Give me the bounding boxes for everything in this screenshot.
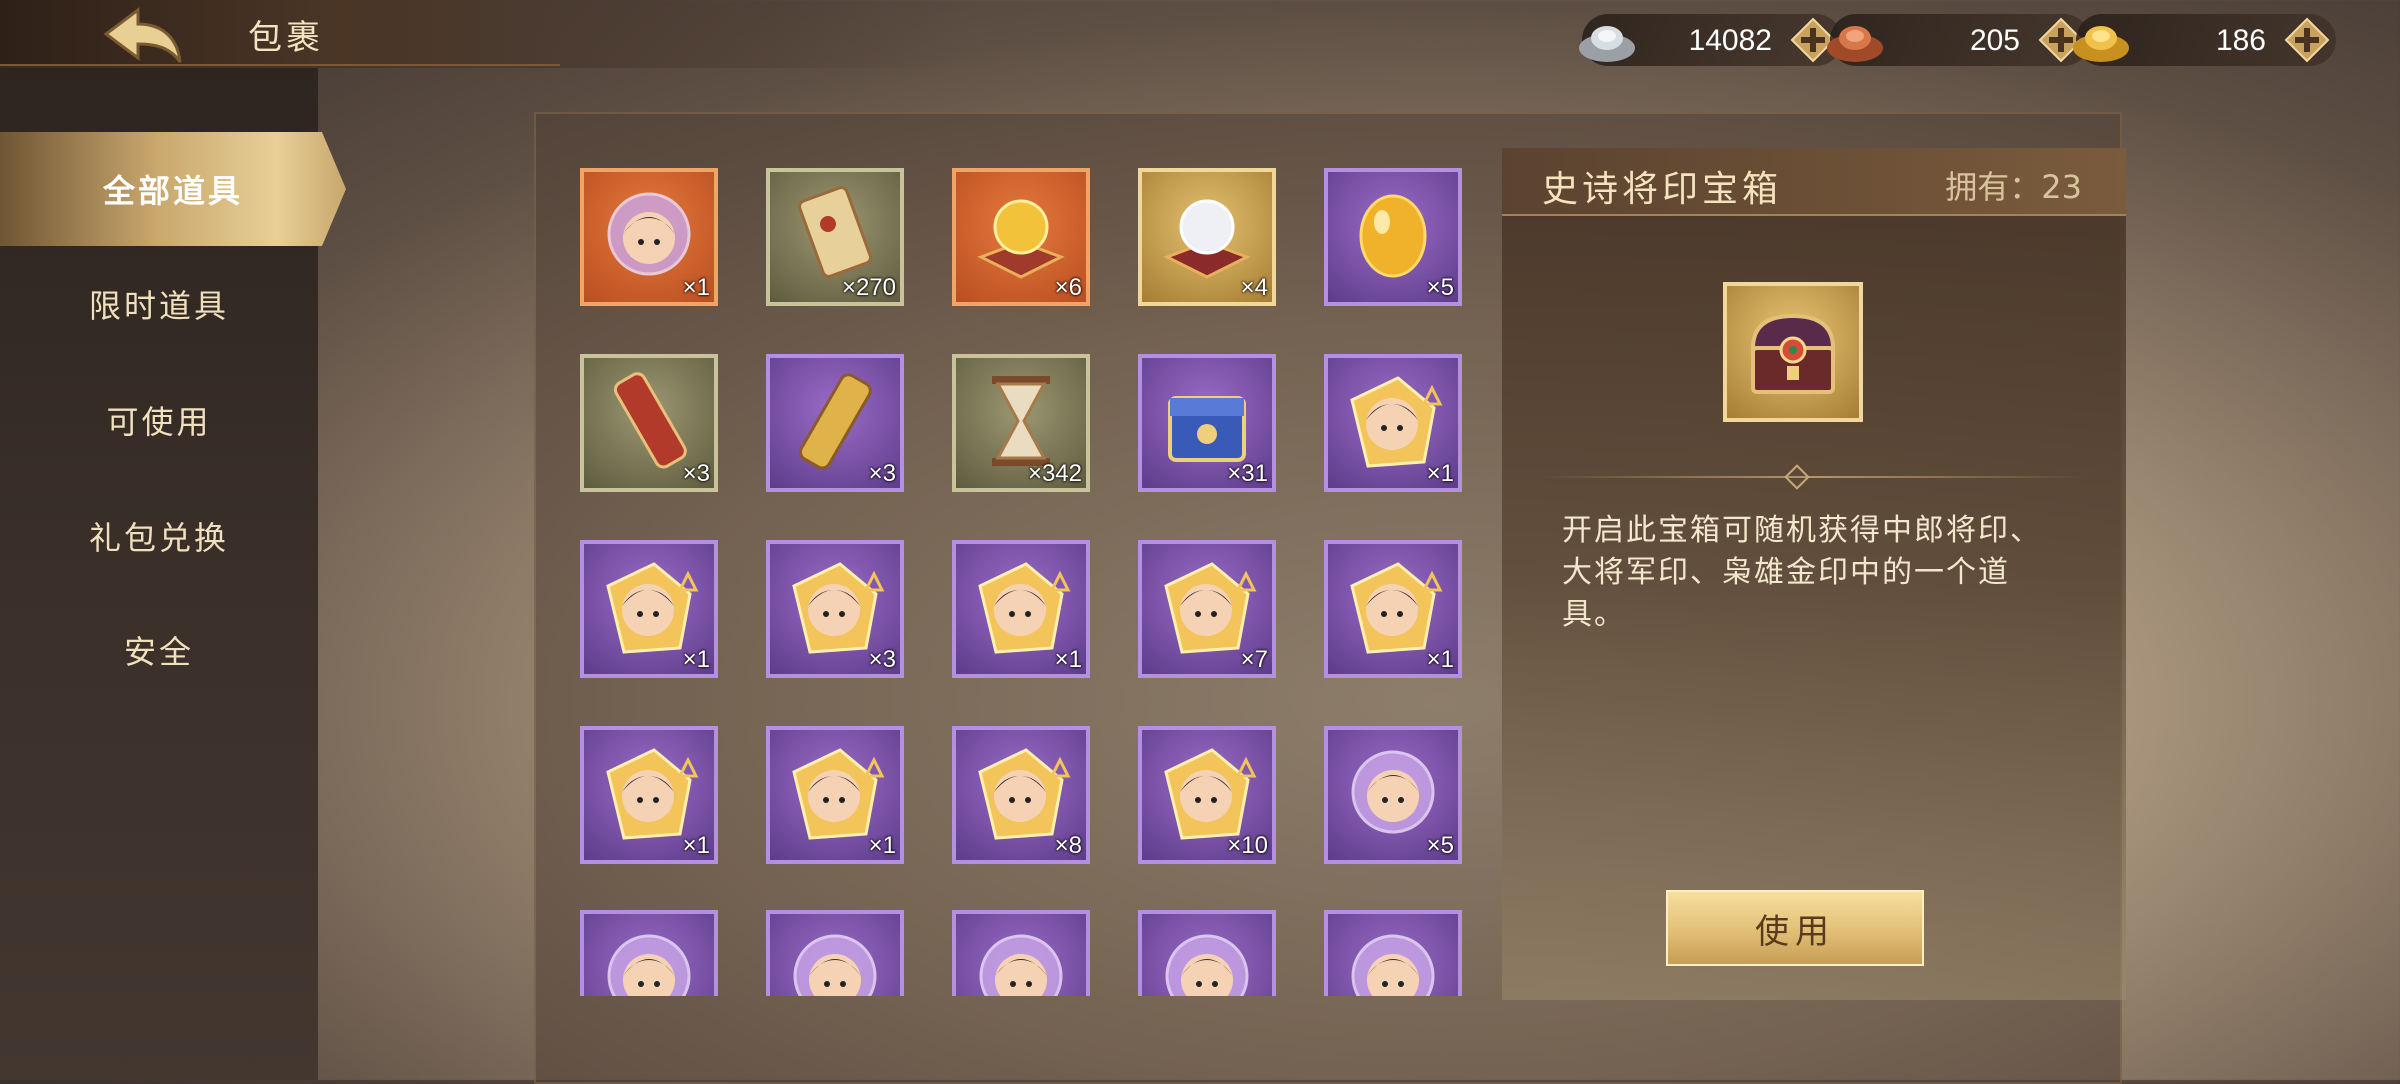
- item-quantity: ×5: [1426, 274, 1454, 301]
- inventory-slot[interactable]: ×1: [580, 540, 718, 678]
- inventory-slot[interactable]: ×4: [1138, 168, 1276, 306]
- item-owned-count: 拥有：23: [1945, 168, 2082, 206]
- item-quantity: ×1: [868, 832, 896, 859]
- currency-copper: 205: [1827, 14, 2090, 66]
- inventory-slot[interactable]: [766, 910, 904, 996]
- inventory-slot[interactable]: ×3: [580, 354, 718, 492]
- hero-portrait-crystal-icon: [607, 934, 691, 996]
- item-description: 开启此宝箱可随机获得中郎将印、大将军印、枭雄金印中的一个道具。: [1562, 513, 2042, 632]
- copper-ingot-icon: [1827, 26, 1883, 62]
- back-button[interactable]: [98, 4, 190, 64]
- sidebar-item-security[interactable]: 安全: [0, 608, 318, 692]
- treasure-chest-icon: [1750, 313, 1836, 394]
- item-quantity: ×31: [1227, 460, 1268, 487]
- hero-portrait-crystal-icon: [1351, 934, 1435, 996]
- item-quantity: ×6: [1054, 274, 1082, 301]
- item-quantity: ×4: [1240, 274, 1268, 301]
- currency-silver-value: 14082: [1688, 24, 1772, 57]
- inventory-slot[interactable]: ×1: [580, 726, 718, 864]
- item-preview: [1723, 282, 1863, 422]
- inventory-slot[interactable]: ×3: [766, 540, 904, 678]
- sidebar-item-all[interactable]: 全部道具: [0, 132, 346, 246]
- inventory-slot[interactable]: ×1: [1324, 540, 1462, 678]
- detail-divider: [1542, 476, 2086, 478]
- item-detail-panel: 史诗将印宝箱 拥有：23 开启此宝箱可随机获得中郎将印、大将军印、枭雄金印中的一…: [1502, 148, 2126, 1000]
- add-gold-button[interactable]: [2284, 17, 2330, 63]
- item-quantity: ×3: [868, 646, 896, 673]
- item-name: 史诗将印宝箱: [1542, 169, 1783, 210]
- inventory-slot[interactable]: ×5: [1324, 726, 1462, 864]
- inventory-slot[interactable]: [1324, 910, 1462, 996]
- inventory-slot[interactable]: ×3: [766, 354, 904, 492]
- item-quantity: ×5: [1426, 832, 1454, 859]
- inventory-slot[interactable]: ×31: [1138, 354, 1276, 492]
- sidebar-item-gift-exchange[interactable]: 礼包兑换: [0, 494, 318, 578]
- item-quantity: ×1: [682, 646, 710, 673]
- detail-header: 史诗将印宝箱 拥有：23: [1502, 148, 2126, 216]
- inventory-slot[interactable]: ×6: [952, 168, 1090, 306]
- page-title: 包裹: [248, 18, 324, 58]
- item-quantity: ×10: [1227, 832, 1268, 859]
- inventory-slot[interactable]: ×270: [766, 168, 904, 306]
- item-quantity: ×3: [868, 460, 896, 487]
- sidebar-item-usable[interactable]: 可使用: [0, 378, 318, 462]
- sidebar-item-limited[interactable]: 限时道具: [0, 262, 318, 346]
- inventory-slot[interactable]: ×1: [580, 168, 718, 306]
- hero-portrait-crystal-icon: [979, 934, 1063, 996]
- inventory-slot[interactable]: [580, 910, 718, 996]
- inventory-slot[interactable]: ×5: [1324, 168, 1462, 306]
- hero-portrait-crystal-icon: [793, 934, 877, 996]
- item-quantity: ×1: [1426, 460, 1454, 487]
- currency-silver: 14082: [1579, 14, 1842, 66]
- inventory-slot[interactable]: ×10: [1138, 726, 1276, 864]
- divider-ornament: [1784, 464, 1810, 490]
- currency-copper-value: 205: [1969, 24, 2020, 57]
- item-quantity: ×1: [1054, 646, 1082, 673]
- item-quantity: ×7: [1240, 646, 1268, 673]
- inventory-slot[interactable]: ×7: [1138, 540, 1276, 678]
- inventory-slot[interactable]: [952, 910, 1090, 996]
- inventory-slot[interactable]: ×1: [1324, 354, 1462, 492]
- use-button[interactable]: 使用: [1666, 890, 1924, 966]
- inventory-slot[interactable]: ×8: [952, 726, 1090, 864]
- inventory-slot[interactable]: ×342: [952, 354, 1090, 492]
- item-quantity: ×3: [682, 460, 710, 487]
- gold-ingot-icon: [2073, 26, 2129, 62]
- inventory-slot[interactable]: ×1: [766, 726, 904, 864]
- hero-portrait-crystal-icon: [1165, 934, 1249, 996]
- item-quantity: ×1: [682, 274, 710, 301]
- inventory-grid: ×1 ×270 ×6 ×4 ×5 ×3 ×3 ×342 ×31 ×1 ×1 ×3 ×1 ×7 ×1 ×1 ×1 ×…: [556, 140, 1496, 996]
- item-quantity: ×1: [1426, 646, 1454, 673]
- item-quantity: ×1: [682, 832, 710, 859]
- currency-gold: 186: [2073, 14, 2336, 66]
- currency-gold-value: 186: [2215, 24, 2266, 57]
- item-quantity: ×8: [1054, 832, 1082, 859]
- item-quantity: ×270: [841, 274, 896, 301]
- inventory-slot[interactable]: [1138, 910, 1276, 996]
- item-quantity: ×342: [1027, 460, 1082, 487]
- back-arrow-icon: [103, 7, 182, 63]
- inventory-slot[interactable]: ×1: [952, 540, 1090, 678]
- silver-ingot-icon: [1579, 26, 1635, 62]
